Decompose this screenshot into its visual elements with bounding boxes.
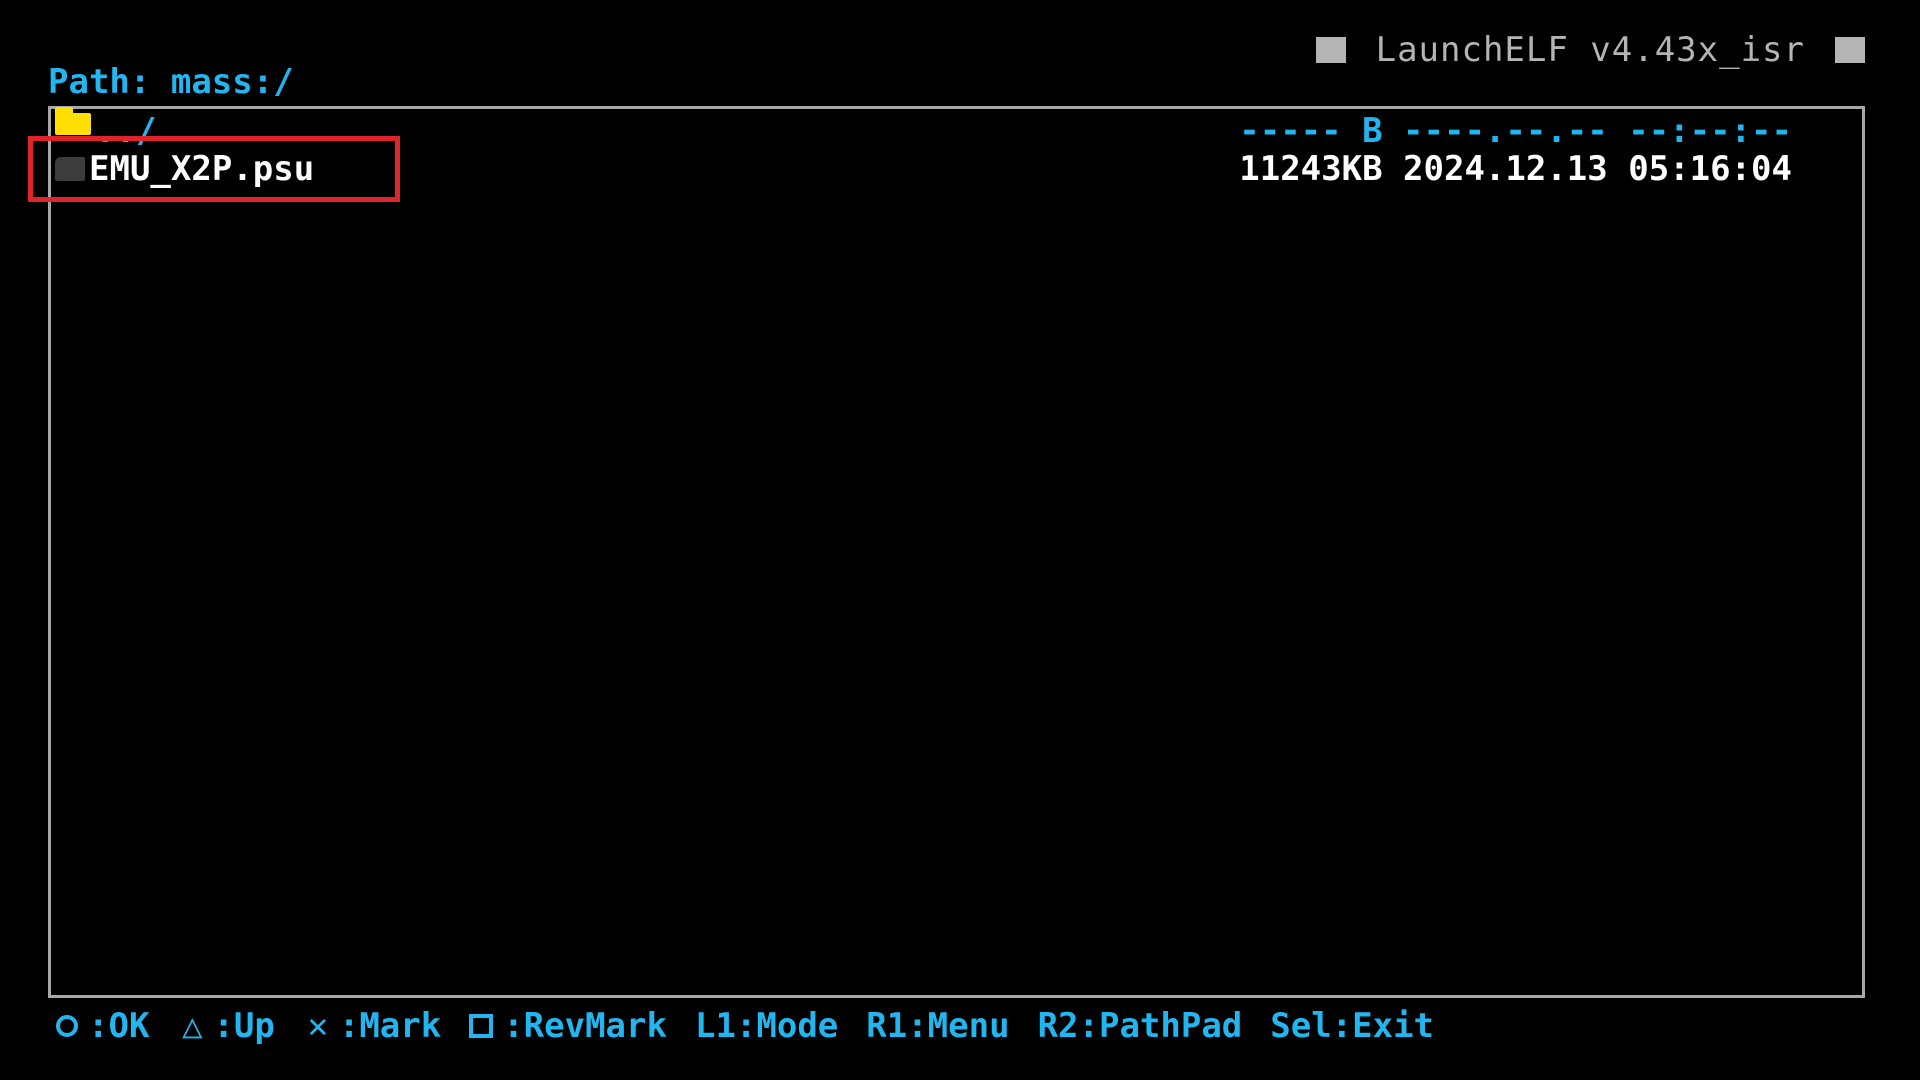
square-button-icon bbox=[469, 1014, 494, 1038]
file-info-cell: 11243KB 2024.12.13 05:16:04 bbox=[1239, 149, 1792, 189]
button-hints-bar: :OK △ :Up ✕ :Mark :RevMark L1:Mode R1:Me… bbox=[56, 1006, 1462, 1046]
parent-size: ----- B bbox=[1239, 111, 1383, 151]
file-date: 2024.12.13 bbox=[1403, 149, 1608, 189]
hint-menu-label: R1:Menu bbox=[866, 1006, 1010, 1046]
file-browser-panel: ../ ----- B ----.--.-- --:--:-- EMU_X2P.… bbox=[48, 106, 1865, 998]
hint-mode-label: L1:Mode bbox=[694, 1006, 839, 1046]
path-label: Path: bbox=[48, 62, 151, 102]
hint-revmark-label: :RevMark bbox=[503, 1006, 667, 1046]
folder-icon bbox=[55, 107, 91, 135]
hint-up: △ :Up bbox=[177, 1006, 275, 1046]
app-title: LaunchELF v4.43x_isr bbox=[1375, 30, 1805, 70]
hint-exit-label: Sel:Exit bbox=[1270, 1006, 1435, 1046]
title-left-square-icon bbox=[1315, 37, 1346, 63]
hint-pathpad-label: R2:PathPad bbox=[1037, 1006, 1243, 1046]
hint-revmark: :RevMark bbox=[469, 1006, 667, 1046]
hint-exit: Sel:Exit bbox=[1270, 1006, 1434, 1046]
path-display: Path: mass:/ bbox=[48, 62, 294, 102]
parent-info-cell: ----- B ----.--.-- --:--:-- bbox=[1239, 111, 1792, 151]
file-time: 05:16:04 bbox=[1628, 149, 1792, 189]
hint-mark: ✕ :Mark bbox=[303, 1006, 442, 1046]
title-bar: LaunchELF v4.43x_isr bbox=[1315, 30, 1865, 70]
triangle-button-icon: △ bbox=[182, 1006, 203, 1046]
parent-date: ----.--.-- bbox=[1403, 111, 1608, 151]
file-size: 11243KB bbox=[1239, 149, 1383, 189]
parent-time: --:--:-- bbox=[1628, 111, 1792, 151]
hint-ok-label: :OK bbox=[88, 1006, 150, 1046]
hint-up-label: :Up bbox=[213, 1006, 275, 1046]
cross-button-icon: ✕ bbox=[307, 1006, 329, 1046]
circle-button-icon bbox=[56, 1015, 78, 1037]
hint-mode: L1:Mode bbox=[695, 1006, 838, 1046]
hint-menu: R1:Menu bbox=[866, 1006, 1009, 1046]
hint-pathpad: R2:PathPad bbox=[1038, 1006, 1243, 1046]
hint-mark-label: :Mark bbox=[338, 1006, 442, 1046]
selection-highlight-box bbox=[28, 136, 400, 202]
hint-ok: :OK bbox=[56, 1006, 149, 1046]
title-right-square-icon bbox=[1835, 37, 1865, 63]
path-value: mass:/ bbox=[170, 62, 294, 102]
